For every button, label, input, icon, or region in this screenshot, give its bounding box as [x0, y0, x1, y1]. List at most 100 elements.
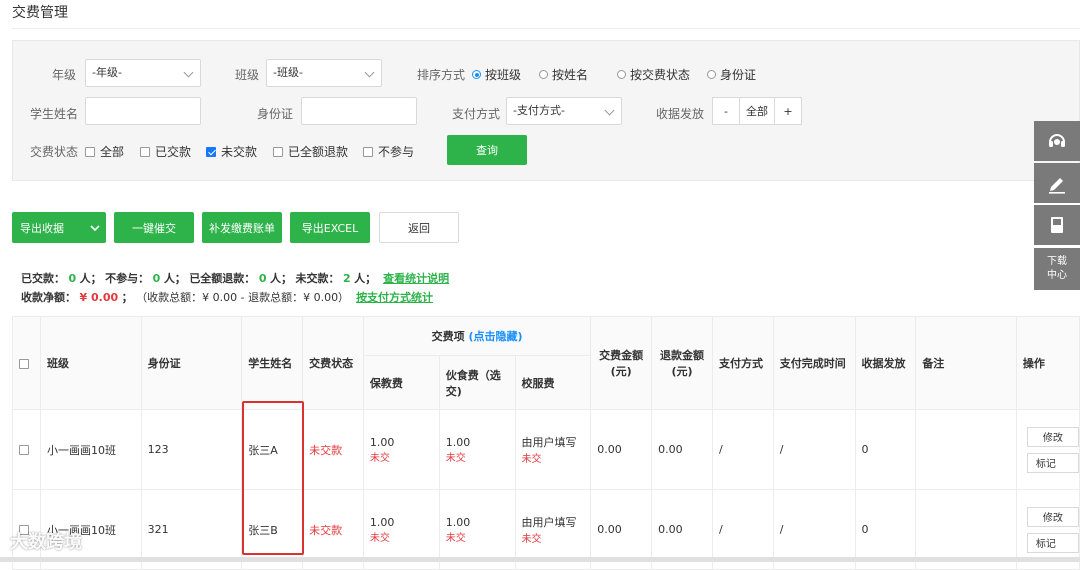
sort-option-name[interactable]: 按姓名	[539, 66, 588, 83]
chevron-down-icon	[364, 67, 375, 78]
horizontal-scrollbar[interactable]	[0, 557, 1080, 562]
header-fee-insurance: 保教费	[362, 355, 440, 410]
class-select[interactable]: -班级-	[266, 59, 382, 87]
unpaid-label: 未交款：	[295, 272, 340, 285]
not-participate-count: 0	[152, 272, 161, 285]
header-name: 学生姓名	[241, 316, 304, 410]
mark-select[interactable]: 标记	[1026, 532, 1079, 553]
export-data-label: 导出收据	[20, 221, 64, 235]
decrement-button[interactable]: -	[713, 98, 739, 124]
cell-actions: 修改 标记	[1015, 409, 1080, 490]
radio-selected-icon	[472, 70, 481, 79]
header-status: 交费状态	[302, 316, 364, 410]
status-option-label: 未交款	[221, 145, 258, 159]
fee-items-toggle[interactable]: (点击隐藏)	[468, 330, 522, 343]
row-select-cell	[12, 409, 41, 490]
one-click-remind-button[interactable]: 一键催交	[114, 212, 194, 243]
checkbox-checked-icon	[206, 146, 216, 157]
manual-button[interactable]	[1034, 205, 1080, 245]
not-participate-unit: 人；	[163, 272, 186, 285]
row-checkbox[interactable]	[19, 445, 29, 455]
totals-text: （收款总额：¥ 0.00 - 退款总额：¥ 0.00）	[136, 291, 350, 304]
reissue-bill-button[interactable]: 补发缴费账单	[202, 212, 282, 243]
header-remark: 备注	[915, 316, 1017, 410]
export-excel-button[interactable]: 导出EXCEL	[290, 212, 370, 243]
status-label: 交费状态	[30, 145, 79, 159]
insurance-amount: 1.00	[369, 515, 395, 529]
cell-insurance: 1.00 未交	[362, 409, 440, 490]
meal-status: 未交	[445, 532, 466, 544]
id-input[interactable]	[301, 97, 417, 125]
sort-option-label: 按姓名	[552, 68, 589, 82]
download-line-1: 下载	[1047, 256, 1067, 267]
status-option-refunded[interactable]: 已全额退款	[273, 143, 348, 160]
back-button[interactable]: 返回	[379, 212, 459, 243]
status-option-not-participating[interactable]: 不参与	[363, 143, 414, 160]
cell-receipt: 0	[854, 409, 917, 490]
header-refund-amount: 退款金额(元)	[651, 316, 713, 410]
export-data-button[interactable]: 导出收据	[12, 212, 106, 243]
radio-icon	[617, 70, 626, 79]
cell-status: 未交款	[302, 409, 364, 490]
meal-amount: 1.00	[445, 435, 471, 449]
meal-status: 未交	[445, 452, 466, 464]
sort-option-status[interactable]: 按交费状态	[617, 66, 690, 83]
summary-net: 收款净额： ¥ 0.00 ； （收款总额：¥ 0.00 - 退款总额：¥ 0.0…	[21, 289, 433, 305]
sort-option-id[interactable]: 身份证	[707, 66, 756, 83]
payment-method-select[interactable]: -支付方式-	[506, 97, 622, 125]
header-pay-method: 支付方式	[711, 316, 774, 410]
grade-select[interactable]: -年级-	[85, 59, 201, 87]
name-highlight-box	[242, 401, 304, 555]
cell-pay-method: /	[711, 409, 774, 490]
stats-explanation-link[interactable]: 查看统计说明	[383, 272, 449, 285]
grade-select-value: -年级-	[92, 66, 122, 79]
chevron-down-icon	[604, 105, 615, 116]
insurance-status: 未交	[369, 452, 390, 464]
chevron-down-icon	[90, 224, 100, 231]
status-option-unpaid[interactable]: 未交款	[206, 143, 257, 160]
fee-table: 班级 身份证 学生姓名 交费状态 交费项 (点击隐藏) 交费金额(元) 退款金额…	[12, 316, 1080, 570]
edit-button[interactable]: 修改	[1026, 426, 1079, 447]
title-divider	[12, 28, 1080, 29]
cell-meal: 1.00 未交	[438, 409, 516, 490]
receipt-stepper: - 全部 +	[712, 97, 802, 125]
header-fee-items: 交费项 (点击隐藏)	[362, 316, 592, 356]
feedback-button[interactable]	[1034, 163, 1080, 203]
status-option-all[interactable]: 全部	[85, 143, 124, 160]
mark-select[interactable]: 标记	[1026, 452, 1079, 473]
mark-select-label: 标记	[1035, 459, 1056, 470]
receipt-value: 全部	[739, 98, 775, 124]
paid-count: 0	[68, 272, 77, 285]
increment-button[interactable]: +	[775, 98, 801, 124]
cell-class: 小一画画10班	[40, 409, 142, 490]
payment-stats-link[interactable]: 按支付方式统计	[356, 291, 433, 304]
student-name-input[interactable]	[85, 97, 201, 125]
select-all-checkbox[interactable]	[19, 358, 29, 369]
query-button[interactable]: 查询	[447, 135, 527, 165]
net-label: 收款净额：	[21, 291, 76, 304]
edit-icon	[1049, 178, 1065, 194]
download-center-button[interactable]: 下载 中心	[1034, 248, 1080, 290]
sort-option-class[interactable]: 按班级	[472, 66, 521, 83]
meal-amount: 1.00	[445, 515, 471, 529]
header-fee-meal: 伙食费（选交)	[438, 355, 516, 410]
header-actions: 操作	[1015, 316, 1080, 410]
net-value: ¥ 0.00	[79, 291, 119, 304]
edit-button[interactable]: 修改	[1026, 506, 1079, 527]
insurance-amount: 1.00	[369, 435, 395, 449]
full-refund-label: 已全额退款：	[189, 272, 256, 285]
full-refund-unit: 人；	[269, 272, 292, 285]
sort-label: 排序方式	[417, 68, 466, 82]
book-icon	[1051, 217, 1063, 233]
uniform-amount: 由用户填写	[521, 436, 577, 449]
table-row: 小一画画10班 123 张三A 未交款 1.00 未交 1.00 未交 由用户填写未…	[12, 409, 1080, 490]
customer-service-button[interactable]	[1034, 121, 1080, 161]
watermark-text: 大数跨境	[10, 532, 82, 553]
cell-uniform: 由用户填写 未交	[514, 409, 592, 490]
header-paid-amount: 交费金额(元)	[590, 316, 653, 410]
radio-icon	[539, 70, 548, 79]
status-option-paid[interactable]: 已交款	[140, 143, 191, 160]
student-name-label: 学生姓名	[30, 107, 79, 121]
download-line-2: 中心	[1047, 270, 1067, 281]
payment-method-label: 支付方式	[452, 107, 501, 121]
